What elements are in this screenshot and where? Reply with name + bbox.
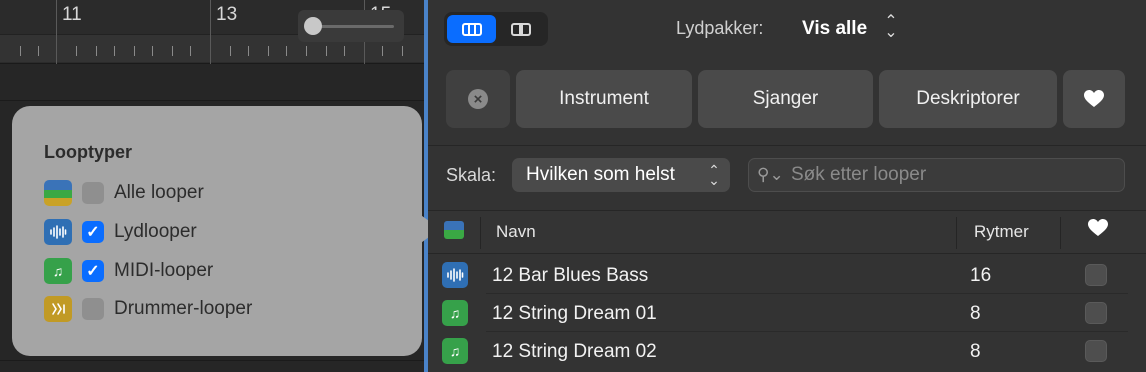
column-view-icon (510, 22, 531, 36)
results-table-header: Navn Rytmer (428, 210, 1146, 254)
chevron-updown-icon[interactable]: ⌃ ⌄ (884, 14, 898, 41)
audio-waveform-icon (44, 219, 72, 245)
loop-beats: 8 (970, 303, 981, 324)
genre-filter-button[interactable]: Sjanger (698, 70, 873, 128)
ruler-tick (230, 46, 231, 56)
table-row[interactable]: ♫ 12 String Dream 02 8 (428, 332, 1146, 370)
bar-number: 11 (62, 4, 82, 25)
descriptors-filter-button[interactable]: Deskriptorer (879, 70, 1057, 128)
drummer-glyph (52, 303, 65, 315)
loop-type-column-icon[interactable] (444, 221, 464, 239)
heart-glyph (1088, 219, 1108, 236)
loop-name: 12 String Dream 02 (492, 341, 657, 362)
popover-title: Looptyper (44, 142, 132, 162)
ruler[interactable]: 11 13 15 (0, 0, 424, 64)
ruler-tick (268, 46, 269, 56)
loop-type-midi[interactable]: ♫ ✓ MIDI-looper (44, 258, 213, 284)
clear-icon: × (468, 89, 488, 109)
heart-icon[interactable] (1088, 219, 1108, 243)
music-note-icon: ♫ (442, 300, 468, 326)
favorite-checkbox[interactable] (1085, 264, 1107, 286)
ruler-tick (402, 46, 403, 56)
loop-type-drummer[interactable]: Drummer-looper (44, 296, 252, 322)
scale-dropdown[interactable]: Hvilken som helst ⌃ ⌄ (512, 158, 730, 192)
ruler-tick (152, 46, 153, 56)
zoom-slider[interactable] (298, 10, 404, 42)
audio-loops-checkbox[interactable]: ✓ (82, 221, 104, 243)
search-icon[interactable]: ⚲⌄ (757, 165, 784, 185)
audio-waveform-icon (442, 262, 468, 288)
favorites-filter-button[interactable] (1063, 70, 1125, 128)
sound-packs-label: Lydpakker: (676, 18, 764, 38)
loop-browser: Lydpakker: Vis alle ⌃ ⌄ × Instrument Sjan… (428, 0, 1146, 372)
table-row[interactable]: ♫ 12 String Dream 01 8 (428, 294, 1146, 332)
ruler-tick (344, 46, 345, 56)
column-view-toggle[interactable] (496, 15, 545, 43)
scale-label: Skala: (446, 165, 497, 185)
ruler-tick (134, 46, 135, 56)
ruler-tick (96, 46, 97, 56)
column-separator (1060, 217, 1061, 249)
instrument-filter-button[interactable]: Instrument (516, 70, 692, 128)
filter-buttons: × Instrument Sjanger Deskriptorer (446, 70, 1125, 128)
favorite-checkbox[interactable] (1085, 302, 1107, 324)
loop-beats: 16 (970, 265, 992, 286)
zoom-slider-track (314, 25, 394, 28)
midi-loops-checkbox[interactable]: ✓ (82, 260, 104, 282)
ruler-tick (20, 46, 21, 56)
loop-type-label: Lydlooper (114, 221, 197, 242)
search-field[interactable]: ⚲⌄ (748, 158, 1125, 192)
scale-search-bar: Skala: Hvilken som helst ⌃ ⌄ ⚲⌄ (428, 145, 1146, 205)
loop-beats: 8 (970, 341, 981, 362)
loop-type-label: MIDI-looper (114, 260, 214, 281)
column-separator (956, 217, 957, 249)
bar-line (56, 0, 57, 64)
button-view-toggle[interactable] (447, 15, 496, 43)
name-column-header[interactable]: Navn (496, 222, 536, 242)
loop-name: 12 String Dream 01 (492, 303, 657, 324)
loop-type-label: Drummer-looper (114, 298, 253, 319)
sound-packs-menu[interactable]: Vis alle (802, 18, 867, 40)
music-note-icon: ♫ (442, 338, 468, 364)
bar-number: 13 (216, 4, 238, 25)
all-loops-checkbox[interactable] (82, 182, 104, 204)
music-note-icon: ♫ (44, 258, 72, 284)
loop-type-all[interactable]: Alle looper (44, 180, 204, 206)
all-loops-icon (44, 180, 72, 206)
reset-filters-button[interactable]: × (446, 70, 510, 128)
bar-line (210, 0, 211, 64)
ruler-tick (306, 46, 307, 56)
beats-column-header[interactable]: Rytmer (974, 222, 1029, 242)
ruler-tick (326, 46, 327, 56)
track-separator (0, 100, 424, 101)
loop-types-popover: Looptyper Alle looper ✓ Lydlooper ♫ ✓ MI… (12, 106, 422, 356)
drummer-icon (44, 296, 72, 322)
ruler-tick (114, 46, 115, 56)
favorite-checkbox[interactable] (1085, 340, 1107, 362)
button-view-icon (461, 22, 482, 36)
chevron-updown-icon: ⌃ ⌄ (708, 162, 720, 188)
loop-type-audio[interactable]: ✓ Lydlooper (44, 219, 197, 245)
heart-icon (1084, 90, 1104, 107)
ruler-tick (190, 46, 191, 56)
ruler-tick (38, 46, 39, 56)
column-separator (480, 217, 481, 249)
scale-value: Hvilken som helst (526, 164, 675, 185)
ruler-tick (76, 46, 77, 56)
track-separator (0, 360, 424, 361)
drummer-loops-checkbox[interactable] (82, 298, 104, 320)
zoom-slider-knob[interactable] (304, 17, 322, 35)
search-input[interactable] (791, 163, 1111, 187)
waveform-glyph (447, 268, 464, 282)
table-row[interactable]: 12 Bar Blues Bass 16 (428, 256, 1146, 294)
waveform-glyph (50, 225, 67, 239)
ruler-tick (382, 46, 383, 56)
loop-name: 12 Bar Blues Bass (492, 265, 649, 286)
view-mode-switch (444, 12, 548, 46)
ruler-tick (248, 46, 249, 56)
loop-type-label: Alle looper (114, 182, 204, 203)
ruler-tick (172, 46, 173, 56)
ruler-tick (286, 46, 287, 56)
